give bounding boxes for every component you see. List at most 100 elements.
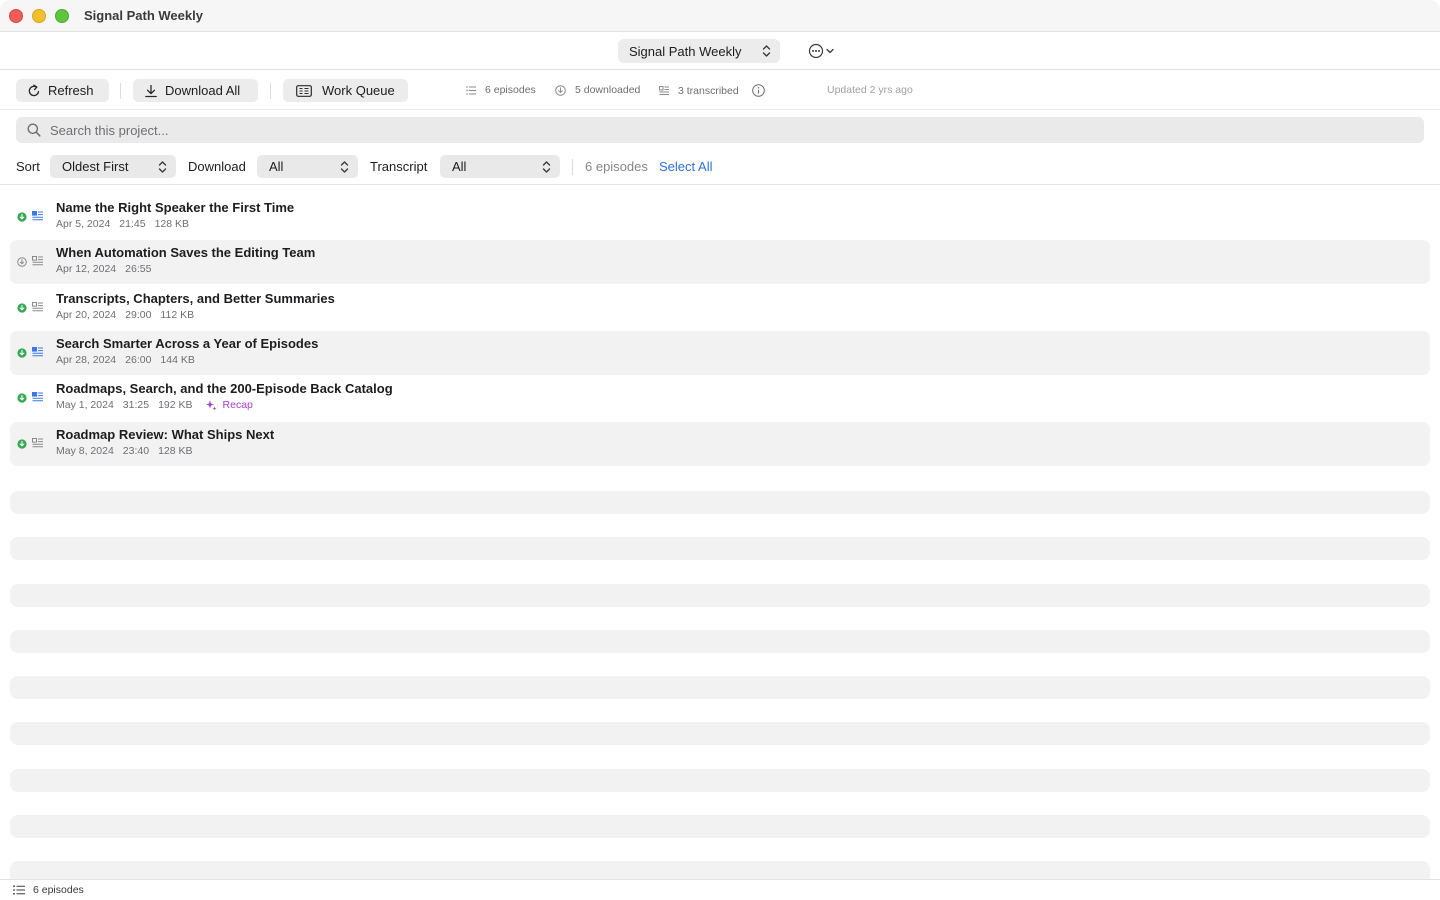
- refresh-label: Refresh: [48, 83, 94, 98]
- episode-date: Apr 20, 2024: [56, 309, 117, 321]
- episode-title: Name the Right Speaker the First Time: [56, 200, 295, 215]
- title-bar: Signal Path Weekly: [0, 0, 1440, 32]
- empty-row-placeholder: [10, 676, 1430, 699]
- empty-row-placeholder: [10, 584, 1430, 607]
- downloaded-icon: [17, 393, 27, 403]
- episode-duration: 26:00: [125, 354, 152, 366]
- sort-label: Sort: [16, 159, 40, 174]
- search-bar[interactable]: [16, 117, 1424, 143]
- download-all-button[interactable]: Download All: [133, 79, 258, 102]
- episode-duration: 21:45: [119, 218, 146, 230]
- episode-row[interactable]: When Automation Saves the Editing Team A…: [10, 240, 1430, 284]
- episode-meta: Apr 28, 2024 26:00 144 KB: [56, 354, 204, 366]
- sort-select[interactable]: Oldest First: [50, 155, 176, 178]
- info-icon[interactable]: [751, 84, 765, 97]
- work-queue-label: Work Queue: [322, 83, 395, 98]
- episode-meta: Apr 20, 2024 29:00 112 KB: [56, 309, 203, 321]
- episode-row[interactable]: Transcripts, Chapters, and Better Summar…: [10, 286, 1430, 330]
- episode-size: 192 KB: [158, 399, 193, 411]
- list-icon: [13, 885, 25, 895]
- episode-duration: 29:00: [125, 309, 152, 321]
- episode-meta: Apr 12, 2024 26:55: [56, 263, 160, 275]
- download-filter-value: All: [269, 159, 284, 174]
- list-icon: [466, 85, 476, 95]
- episode-row[interactable]: Name the Right Speaker the First Time Ap…: [10, 195, 1430, 239]
- episode-date: May 1, 2024: [56, 399, 114, 411]
- not-downloaded-icon: [17, 257, 27, 267]
- project-bar: Signal Path Weekly: [0, 32, 1440, 70]
- episode-date: Apr 12, 2024: [56, 263, 117, 275]
- up-down-chevron-icon: [158, 161, 167, 173]
- not-transcribed-icon: [32, 438, 43, 448]
- search-icon: [27, 123, 41, 137]
- transcript-filter-label: Transcript: [370, 159, 428, 174]
- filter-bar: Sort Oldest First Download All Transcrip…: [0, 150, 1440, 185]
- episodes-stat-label: 6 episodes: [485, 84, 536, 96]
- download-filter-label: Download: [188, 159, 246, 174]
- zoom-window-button[interactable]: [55, 9, 69, 23]
- select-all-button[interactable]: Select All: [659, 159, 712, 174]
- status-bar: 6 episodes: [0, 879, 1440, 900]
- project-picker[interactable]: Signal Path Weekly: [618, 39, 780, 63]
- episode-date: Apr 28, 2024: [56, 354, 117, 366]
- close-window-button[interactable]: [9, 9, 23, 23]
- episode-size: 112 KB: [160, 309, 195, 321]
- episode-title: When Automation Saves the Editing Team: [56, 245, 316, 260]
- downloaded-stat-label: 5 downloaded: [575, 84, 641, 96]
- episode-size: 144 KB: [160, 354, 195, 366]
- downloaded-icon: [17, 439, 27, 449]
- downloaded-icon: [17, 348, 27, 358]
- download-icon: [145, 84, 157, 97]
- transcribed-icon: [32, 347, 43, 357]
- empty-row-placeholder: [10, 537, 1430, 560]
- up-down-chevron-icon: [340, 161, 349, 173]
- toolbar: Refresh Download All Work Queue 6 episod…: [0, 70, 1440, 110]
- episode-duration: 31:25: [122, 399, 150, 411]
- filter-divider: [572, 159, 573, 175]
- downloaded-stat: 5 downloaded: [555, 84, 640, 96]
- episode-row[interactable]: Roadmap Review: What Ships Next May 8, 2…: [10, 422, 1430, 466]
- episode-size: 128 KB: [154, 218, 190, 230]
- search-input[interactable]: [50, 122, 1350, 138]
- project-picker-label: Signal Path Weekly: [629, 43, 742, 59]
- episode-row[interactable]: Roadmaps, Search, and the 200-Episode Ba…: [10, 376, 1430, 420]
- episode-row[interactable]: Search Smarter Across a Year of Episodes…: [10, 331, 1430, 375]
- empty-row-placeholder: [10, 491, 1430, 514]
- episode-duration: 23:40: [122, 445, 150, 457]
- recap-badge[interactable]: Recap: [205, 399, 253, 411]
- minimize-window-button[interactable]: [32, 9, 46, 23]
- download-all-label: Download All: [165, 83, 241, 98]
- episode-meta: May 1, 2024 31:25 192 KB Recap: [56, 399, 262, 411]
- chevron-down-icon: [826, 48, 834, 54]
- episodes-stat: 6 episodes: [466, 84, 536, 96]
- empty-row-placeholder: [10, 722, 1430, 745]
- downloaded-icon: [17, 212, 27, 222]
- not-transcribed-icon: [32, 302, 43, 312]
- download-circle-icon: [555, 84, 566, 96]
- episode-date: Apr 5, 2024: [56, 218, 111, 230]
- transcribed-icon: [32, 392, 43, 402]
- episode-title: Search Smarter Across a Year of Episodes: [56, 336, 319, 351]
- transcript-icon: [659, 85, 669, 95]
- not-transcribed-icon: [32, 256, 43, 266]
- toolbar-divider: [120, 83, 121, 99]
- toolbar-divider: [270, 83, 271, 99]
- downloaded-icon: [17, 303, 27, 313]
- refresh-icon: [28, 84, 40, 96]
- empty-row-placeholder: [10, 769, 1430, 792]
- transcribed-stat-label: 3 transcribed: [678, 84, 739, 97]
- work-queue-button[interactable]: Work Queue: [283, 79, 408, 102]
- episode-title: Roadmap Review: What Ships Next: [56, 427, 275, 442]
- refresh-button[interactable]: Refresh: [16, 79, 109, 102]
- work-queue-icon: [296, 84, 312, 97]
- episode-meta: Apr 5, 2024 21:45 128 KB: [56, 218, 198, 230]
- transcript-filter-select[interactable]: All: [440, 155, 560, 178]
- window-title: Signal Path Weekly: [84, 8, 203, 23]
- episode-title: Transcripts, Chapters, and Better Summar…: [56, 291, 335, 306]
- status-bar-text: 6 episodes: [33, 884, 84, 896]
- last-updated: Updated 2 yrs ago: [827, 84, 913, 96]
- more-actions-menu[interactable]: [808, 41, 838, 61]
- sort-select-value: Oldest First: [62, 159, 129, 174]
- download-filter-select[interactable]: All: [257, 155, 358, 178]
- episode-size: 128 KB: [158, 445, 193, 457]
